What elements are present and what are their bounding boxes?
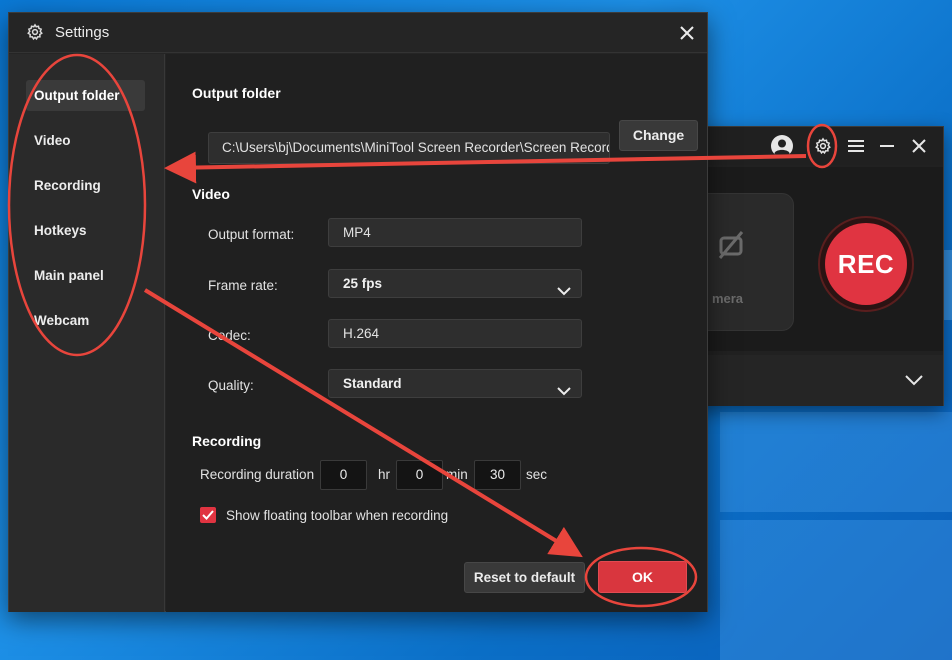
chevron-down-icon[interactable] — [903, 369, 925, 391]
video-heading: Video — [192, 186, 230, 202]
frame-rate-label: Frame rate: — [208, 278, 278, 293]
quality-label: Quality: — [208, 378, 254, 393]
settings-title-bar: Settings — [9, 13, 707, 53]
ok-button[interactable]: OK — [598, 561, 687, 593]
quality-select[interactable]: Standard — [328, 369, 582, 398]
minutes-input[interactable]: 0 — [396, 460, 443, 490]
recording-heading: Recording — [192, 433, 262, 449]
quality-value: Standard — [343, 376, 402, 391]
output-format-field[interactable]: MP4 — [328, 218, 582, 247]
chevron-down-icon — [557, 278, 571, 305]
recording-duration-label: Recording duration — [200, 467, 315, 482]
output-format-label: Output format: — [208, 227, 295, 242]
hours-input[interactable]: 0 — [320, 460, 367, 490]
gear-icon[interactable] — [812, 135, 834, 157]
settings-sidebar: Output folder Video Recording Hotkeys Ma… — [9, 54, 165, 612]
floating-toolbar-label: Show floating toolbar when recording — [226, 508, 449, 523]
sidebar-item-output-folder[interactable]: Output folder — [26, 80, 145, 111]
desktop-window-pane — [720, 412, 952, 512]
gear-icon — [26, 23, 44, 44]
sidebar-item-webcam[interactable]: Webcam — [26, 305, 145, 336]
camera-off-icon — [718, 230, 744, 263]
sidebar-item-main-panel[interactable]: Main panel — [26, 260, 145, 291]
settings-title: Settings — [55, 24, 110, 41]
output-folder-path-field[interactable]: C:\Users\bj\Documents\MiniTool Screen Re… — [208, 132, 610, 164]
sidebar-item-video[interactable]: Video — [26, 125, 145, 156]
output-folder-heading: Output folder — [192, 85, 281, 101]
check-icon — [202, 507, 214, 523]
sidebar-item-recording[interactable]: Recording — [26, 170, 145, 201]
codec-field[interactable]: H.264 — [328, 319, 582, 348]
minutes-unit: min — [446, 467, 468, 482]
reset-to-default-button[interactable]: Reset to default — [464, 562, 585, 593]
frame-rate-select[interactable]: 25 fps — [328, 269, 582, 298]
floating-toolbar-checkbox[interactable] — [200, 507, 216, 523]
rec-button[interactable]: REC — [818, 216, 914, 312]
chevron-down-icon — [557, 378, 571, 405]
menu-icon[interactable] — [845, 135, 867, 157]
change-folder-button[interactable]: Change — [619, 120, 698, 151]
codec-label: Codec: — [208, 328, 251, 343]
seconds-input[interactable]: 30 — [474, 460, 521, 490]
close-icon[interactable] — [908, 135, 930, 157]
user-icon[interactable] — [770, 134, 794, 158]
close-icon[interactable] — [676, 22, 698, 44]
desktop-window-pane — [720, 520, 952, 660]
hours-unit: hr — [378, 467, 391, 482]
sidebar-item-hotkeys[interactable]: Hotkeys — [26, 215, 145, 246]
rec-button-label: REC — [825, 223, 907, 305]
settings-dialog: Settings Output folder Video Recording H… — [8, 12, 708, 612]
seconds-unit: sec — [526, 467, 548, 482]
minimize-icon[interactable] — [876, 135, 898, 157]
frame-rate-value: 25 fps — [343, 276, 383, 291]
